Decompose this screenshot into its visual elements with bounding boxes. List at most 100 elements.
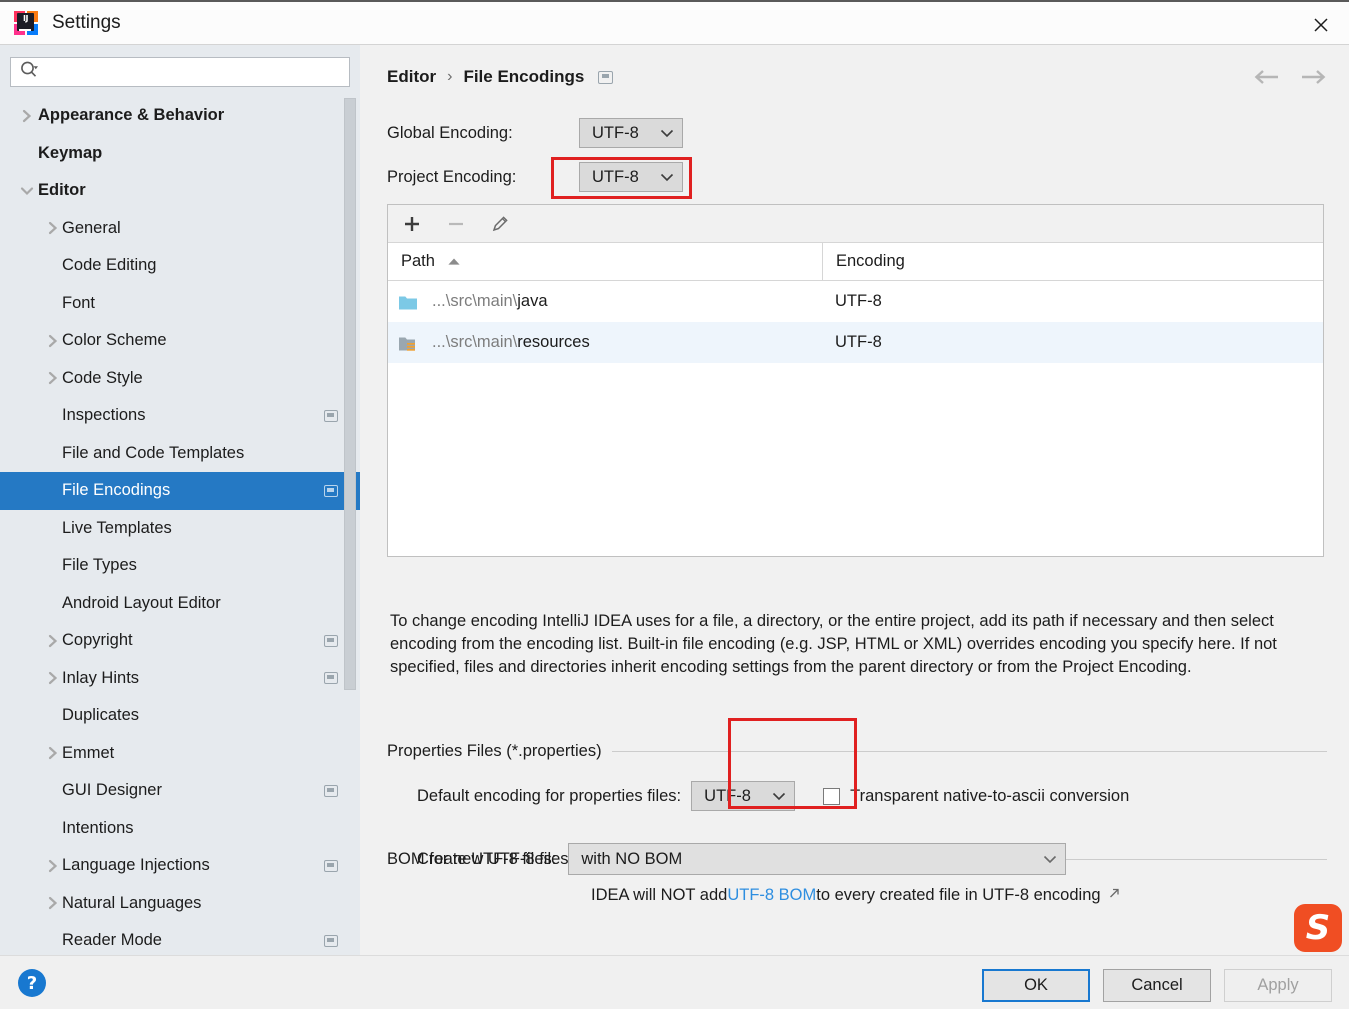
plus-icon[interactable] — [400, 212, 424, 236]
sidebar-item-label: Emmet — [62, 743, 115, 762]
table-cell-path-text: ...\src\main\resources — [432, 333, 590, 352]
sidebar-item-language-injections[interactable]: Language Injections — [0, 847, 360, 885]
arrow-left-icon[interactable] — [1253, 63, 1281, 91]
sidebar-item-editor[interactable]: Editor — [0, 172, 360, 210]
sidebar-item-emmet[interactable]: Emmet — [0, 735, 360, 773]
sidebar-item-file-and-code-templates[interactable]: File and Code Templates — [0, 435, 360, 473]
chevron-right-icon[interactable] — [18, 107, 36, 125]
bom-hint: IDEA will NOT add UTF-8 BOM to every cre… — [591, 886, 1121, 905]
sidebar-item-appearance-behavior[interactable]: Appearance & Behavior — [0, 97, 360, 135]
sidebar-item-label: Live Templates — [62, 518, 172, 537]
sidebar-item-intentions[interactable]: Intentions — [0, 810, 360, 848]
chevron-right-icon[interactable] — [44, 369, 62, 387]
sidebar-item-label: Intentions — [62, 818, 134, 837]
table-cell-encoding[interactable]: UTF-8 — [822, 292, 1323, 311]
help-icon[interactable]: ? — [18, 969, 46, 997]
default-properties-encoding-combo[interactable]: UTF-8 — [691, 781, 796, 811]
global-encoding-value: UTF-8 — [592, 123, 639, 142]
chevron-right-icon[interactable] — [44, 219, 62, 237]
sidebar-item-inspections[interactable]: Inspections — [0, 397, 360, 435]
table-header: Path Encoding — [388, 243, 1323, 281]
project-encoding-combo[interactable]: UTF-8 — [579, 162, 683, 192]
utf8-bom-link[interactable]: UTF-8 BOM — [727, 886, 816, 905]
content-pane: Editor › File Encodings Global Encoding: — [360, 45, 1349, 955]
apply-button: Apply — [1224, 969, 1332, 1002]
sidebar-item-label: Font — [62, 293, 96, 312]
sidebar-item-code-style[interactable]: Code Style — [0, 360, 360, 398]
sidebar-item-label: Inspections — [62, 406, 146, 425]
native-to-ascii-checkbox-row[interactable]: Transparent native-to-ascii conversion — [823, 787, 1129, 806]
arrow-right-icon[interactable] — [1299, 63, 1327, 91]
intellij-idea-logo-icon: IJ — [14, 11, 38, 35]
chevron-down-icon — [772, 792, 786, 801]
table-row[interactable]: ...\src\main\resources UTF-8 — [388, 322, 1323, 363]
search-input[interactable] — [43, 59, 349, 85]
table-body: ...\src\main\java UTF-8 ...\src\main\resou… — [388, 281, 1323, 363]
ok-button[interactable]: OK — [982, 969, 1090, 1002]
sidebar-item-label: Language Injections — [62, 856, 210, 875]
project-scope-badge-icon — [324, 859, 338, 872]
sidebar-item-label: Code Editing — [62, 256, 157, 275]
sidebar-item-duplicates[interactable]: Duplicates — [0, 697, 360, 735]
sidebar-item-inlay-hints[interactable]: Inlay Hints — [0, 660, 360, 698]
chevron-right-icon[interactable] — [44, 632, 62, 650]
sidebar-item-keymap[interactable]: Keymap — [0, 135, 360, 173]
breadcrumb-root[interactable]: Editor — [387, 67, 436, 87]
title-bar: IJ Settings — [0, 0, 1349, 45]
chevron-right-icon[interactable] — [44, 894, 62, 912]
sidebar-item-general[interactable]: General — [0, 210, 360, 248]
sidebar-item-label: General — [62, 218, 121, 237]
chevron-down-icon — [1043, 855, 1057, 864]
search-icon — [19, 60, 41, 85]
sidebar-item-copyright[interactable]: Copyright — [0, 622, 360, 660]
sidebar-item-code-editing[interactable]: Code Editing — [0, 247, 360, 285]
native-to-ascii-checkbox[interactable] — [823, 787, 841, 805]
chevron-right-icon[interactable] — [44, 669, 62, 687]
sidebar-item-live-templates[interactable]: Live Templates — [0, 510, 360, 548]
sidebar-item-android-layout-editor[interactable]: Android Layout Editor — [0, 585, 360, 623]
screenshot-tool-watermark: S — [1294, 904, 1342, 952]
sidebar-item-label: Color Scheme — [62, 331, 167, 350]
sidebar-item-color-scheme[interactable]: Color Scheme — [0, 322, 360, 360]
cancel-button[interactable]: Cancel — [1103, 969, 1211, 1002]
sidebar-item-label: File Types — [62, 556, 137, 575]
table-row[interactable]: ...\src\main\java UTF-8 — [388, 281, 1323, 322]
create-utf8-files-combo[interactable]: with NO BOM — [568, 843, 1067, 875]
sidebar-item-gui-designer[interactable]: GUI Designer — [0, 772, 360, 810]
settings-dialog: IJ Settings Appearance & Behavior Keymap E… — [0, 0, 1349, 1009]
sidebar-item-label: Natural Languages — [62, 893, 202, 912]
column-header-path-label: Path — [401, 252, 435, 270]
sidebar-item-file-types[interactable]: File Types — [0, 547, 360, 585]
project-encoding-value: UTF-8 — [592, 167, 639, 186]
bom-hint-suffix: to every created file in UTF-8 encoding — [816, 886, 1101, 904]
search-box[interactable] — [10, 57, 350, 87]
create-utf8-files-label: Create UTF-8 files: — [417, 849, 557, 868]
column-header-encoding-label: Encoding — [836, 252, 905, 270]
sidebar-scrollbar-thumb[interactable] — [344, 98, 356, 690]
path-name: java — [517, 292, 548, 310]
external-link-icon — [1108, 886, 1121, 905]
breadcrumb-separator: › — [447, 68, 453, 85]
sidebar-item-label: Editor — [38, 181, 86, 200]
table-cell-encoding[interactable]: UTF-8 — [822, 333, 1323, 352]
sidebar-item-label: Reader Mode — [62, 931, 162, 950]
chevron-right-icon[interactable] — [44, 744, 62, 762]
sidebar-item-natural-languages[interactable]: Natural Languages — [0, 885, 360, 923]
sidebar-item-font[interactable]: Font — [0, 285, 360, 323]
global-encoding-label: Global Encoding: — [387, 123, 513, 142]
close-icon[interactable] — [1293, 4, 1349, 46]
default-properties-encoding-value: UTF-8 — [704, 786, 751, 805]
chevron-down-icon — [660, 173, 674, 182]
pencil-icon[interactable] — [488, 212, 512, 236]
window-title: Settings — [52, 12, 121, 33]
chevron-down-icon[interactable] — [18, 182, 36, 200]
chevron-right-icon[interactable] — [44, 332, 62, 350]
global-encoding-combo[interactable]: UTF-8 — [579, 118, 683, 148]
column-header-path[interactable]: Path — [388, 243, 822, 280]
chevron-right-icon[interactable] — [44, 857, 62, 875]
default-properties-encoding-label: Default encoding for properties files: — [417, 786, 682, 805]
sidebar-item-file-encodings[interactable]: File Encodings — [0, 472, 360, 510]
sidebar-item-label: File and Code Templates — [62, 443, 245, 462]
column-header-encoding[interactable]: Encoding — [822, 243, 1323, 280]
sidebar-item-reader-mode[interactable]: Reader Mode — [0, 922, 360, 955]
